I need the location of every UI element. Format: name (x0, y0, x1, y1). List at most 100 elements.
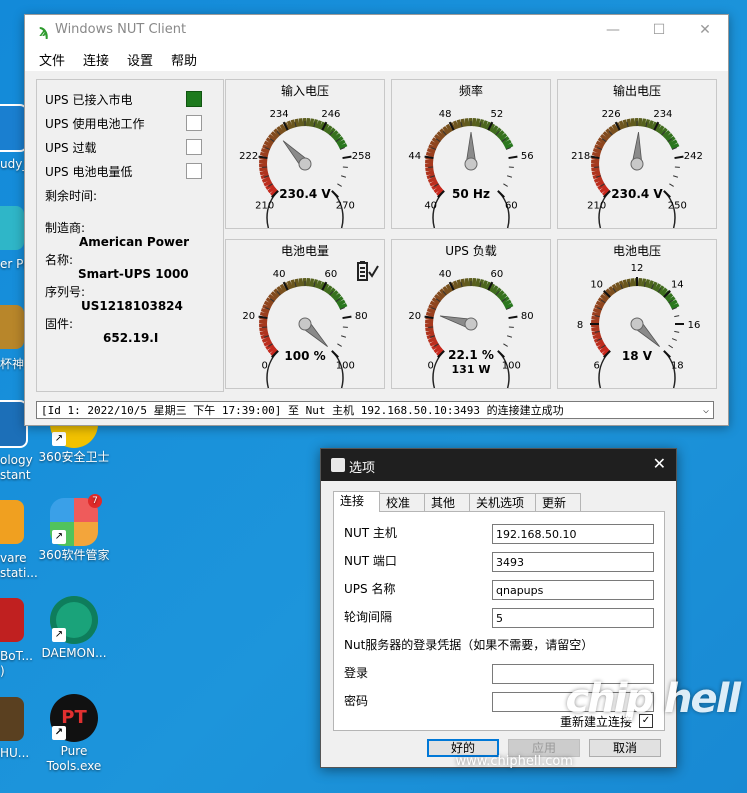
status-overload-indicator (186, 139, 202, 155)
gauge-tick-label: 270 (336, 200, 355, 211)
gauge-battery-charge: 电池电量 0 20 40 60 80 100 100 % (225, 239, 385, 389)
gauge-tick-label: 60 (325, 269, 338, 280)
tab-connection[interactable]: 连接 (333, 491, 380, 512)
manufacturer-value: American Power (79, 235, 190, 249)
gauge-arc-segment (592, 333, 602, 340)
manufacturer-label: 制造商: (45, 221, 86, 235)
gauge-arc-segment (595, 179, 605, 187)
minimize-button[interactable]: — (590, 15, 636, 45)
connection-log-dropdown[interactable]: [Id 1: 2022/10/5 星期三 下午 17:39:00] 至 Nut … (36, 401, 714, 419)
gauge-arc-segment (591, 151, 601, 158)
gauge-major-tick (590, 155, 600, 160)
gauge-tick-label: 210 (587, 200, 606, 211)
plug-icon: ϡ (39, 21, 50, 40)
remaining-time-label: 剩余时间: (45, 189, 98, 203)
desktop-edge-icon[interactable] (0, 305, 24, 349)
gauge-arc-segment (452, 280, 460, 290)
gauge-arc-segment (502, 139, 512, 147)
poll-interval-input[interactable]: 5 (492, 608, 654, 628)
gauge-major-tick (342, 315, 352, 320)
gauge-arc-segment (290, 279, 297, 289)
gauge-arc-segment (442, 125, 451, 135)
gauge-tick-label: 8 (577, 320, 583, 331)
firmware-value: 652.19.I (103, 331, 159, 345)
gauge-arc-segment (286, 120, 294, 130)
status-overload-label: UPS 过载 (45, 141, 97, 155)
gauge-dial: 210 218 226 234 242 250 (571, 109, 703, 228)
gauge-arc-segment (644, 119, 651, 128)
gauge-major-tick (508, 315, 518, 320)
gauge-arc-segment (286, 280, 294, 290)
gauge-tick-label: 80 (355, 311, 368, 322)
serial-label: 序列号: (45, 285, 86, 299)
dialog-titlebar[interactable]: 选项 ✕ (321, 449, 676, 481)
gauge-tick-label: 80 (521, 311, 534, 322)
desktop-edge-icon[interactable] (0, 500, 24, 544)
status-on-battery-label: UPS 使用电池工作 (45, 117, 145, 131)
gauge-major-tick (258, 155, 268, 160)
gauge-arc-segment (595, 140, 605, 148)
gauge-arc-segment (591, 315, 600, 321)
cancel-button[interactable]: 取消 (589, 739, 661, 757)
gauge-tick-label: 12 (631, 263, 644, 274)
watermark-url: www.chiphell.com (455, 754, 573, 769)
nut-host-input[interactable]: 192.168.50.10 (492, 524, 654, 544)
gauge-arc-segment (429, 300, 439, 308)
gauge-tick-label: 20 (242, 311, 255, 322)
gauge-arc-segment (294, 118, 300, 128)
tab-calibration[interactable]: 校准 (379, 493, 425, 511)
gauge-dial: 681012141618 (577, 263, 700, 388)
desktop-edge-icon[interactable] (0, 598, 24, 642)
desktop-edge-icon[interactable] (0, 697, 24, 741)
gauge-tick-label: 40 (439, 269, 452, 280)
model-name-label: 名称: (45, 253, 74, 267)
gauge-tick-label: 40 (273, 269, 286, 280)
desktop-edge-icon[interactable] (0, 206, 24, 250)
gauge-arc-segment (279, 123, 288, 133)
maximize-button[interactable]: ☐ (636, 15, 682, 45)
menu-bar: 文件 连接 设置 帮助 (25, 45, 728, 71)
close-button[interactable]: ✕ (682, 15, 728, 45)
close-icon[interactable]: ✕ (653, 454, 666, 473)
tab-update[interactable]: 更新 (535, 493, 581, 511)
gauge-arc-segment (315, 120, 322, 129)
gauge-major-tick (342, 155, 352, 160)
gauge-arc-segment (668, 299, 678, 307)
gauge-arc-segment (659, 287, 668, 297)
gauge-arc-segment (427, 336, 437, 343)
gauge-arc-segment (445, 283, 454, 293)
menu-help[interactable]: 帮助 (171, 50, 197, 69)
tab-shutdown[interactable]: 关机选项 (469, 493, 536, 511)
desktop-icon-label: Pure Tools.exe (46, 744, 102, 773)
chevron-down-icon[interactable]: ⌵ (703, 402, 709, 420)
gauge-arc-segment (608, 125, 617, 135)
gauge-arc-segment (592, 147, 602, 155)
tab-other[interactable]: 其他 (424, 493, 470, 511)
gauge-tick-label: 234 (653, 109, 672, 120)
gauge-arc-segment (429, 179, 439, 187)
window-titlebar[interactable]: ϡ Windows NUT Client — ☐ ✕ (25, 15, 728, 45)
gauge-arc-segment (431, 297, 441, 305)
gauge-arc-segment (279, 283, 288, 293)
ups-name-input[interactable]: qnapups (492, 580, 654, 600)
gauge-major-tick (508, 155, 518, 160)
desktop-edge-label: ology stant (0, 453, 33, 482)
gauge-arc-segment (591, 169, 601, 176)
gauge-arc-segment (591, 329, 601, 336)
desktop-edge-label: 杯神 (0, 357, 25, 371)
gauge-arc-segment (670, 302, 680, 310)
gauge-arc-segment (267, 294, 277, 302)
menu-connection[interactable]: 连接 (83, 50, 109, 69)
menu-file[interactable]: 文件 (39, 50, 65, 69)
gauge-arc-segment (433, 294, 443, 302)
gauge-arc-segment (290, 119, 297, 129)
gauge-arc-segment (294, 278, 300, 288)
menu-settings[interactable]: 设置 (127, 50, 153, 69)
status-low-battery-label: UPS 电池电量低 (45, 165, 133, 179)
gauge-tick-label: 218 (571, 151, 590, 162)
nut-port-input[interactable]: 3493 (492, 552, 654, 572)
gauge-readout: 18 V (621, 349, 653, 363)
desktop-icon-daemon[interactable]: ↗ DAEMON... (34, 596, 114, 661)
desktop-icon-360-software-manager[interactable]: ↗ 7 360软件管家 (34, 494, 114, 563)
desktop-icon-pure-tools[interactable]: PT ↗ Pure Tools.exe (34, 694, 114, 774)
